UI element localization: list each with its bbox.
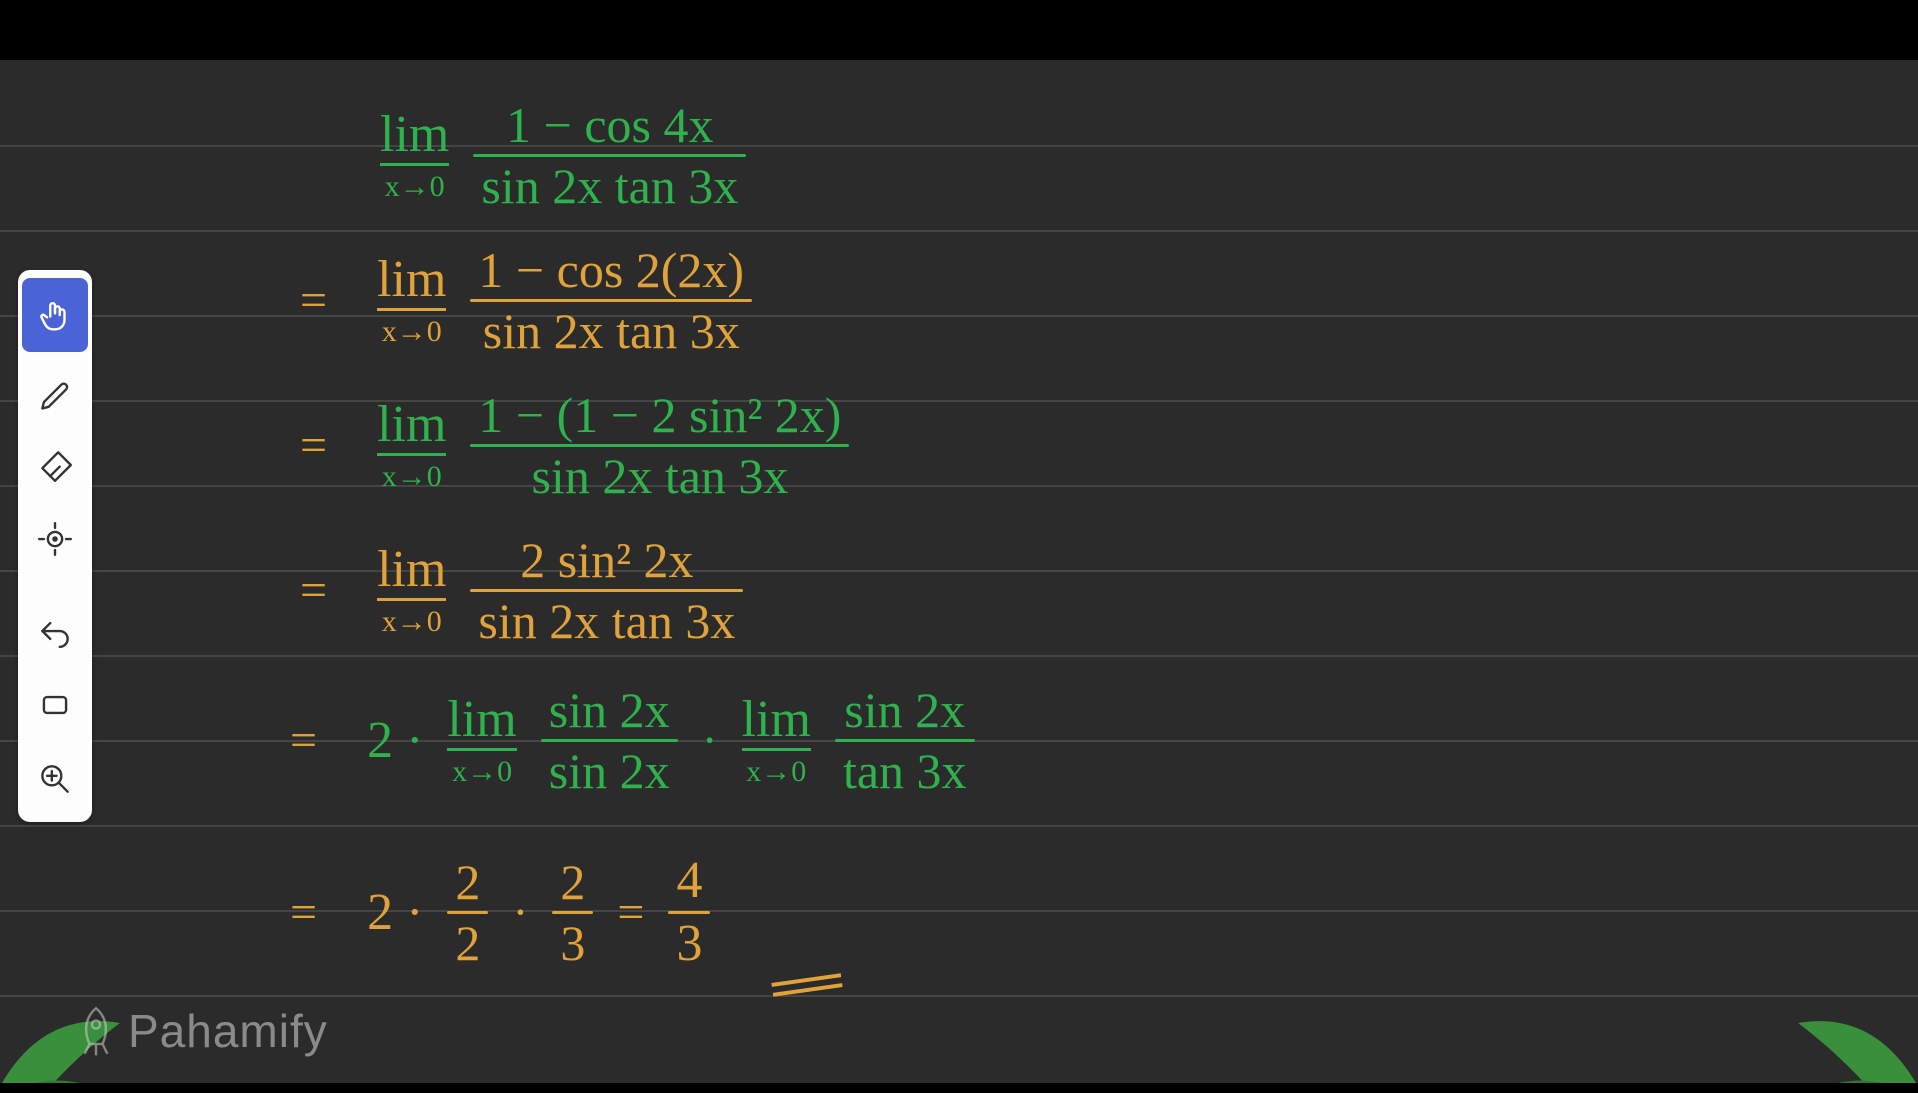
equals-sign: = bbox=[300, 418, 327, 473]
pen-tool[interactable] bbox=[18, 354, 92, 428]
fraction: 2 2 bbox=[447, 857, 488, 968]
tools-toolbar bbox=[18, 270, 92, 822]
leaf-decoration bbox=[1748, 943, 1918, 1083]
brand-watermark: Pahamify bbox=[70, 1004, 328, 1058]
app-root: lim x→0 1 − cos 4x sin 2x tan 3x = lim x… bbox=[0, 0, 1918, 1093]
equals-sign: = bbox=[290, 885, 317, 940]
numerator: sin 2x bbox=[541, 685, 678, 739]
target-icon bbox=[36, 520, 74, 558]
shapes-tool[interactable] bbox=[18, 668, 92, 742]
math-line-5: = 2 · lim x→0 sin 2x sin 2x · lim x→0 si… bbox=[290, 685, 975, 796]
math-line-2: = lim x→0 1 − cos 2(2x) sin 2x tan 3x bbox=[300, 245, 752, 356]
top-black-bar bbox=[0, 0, 1918, 60]
bottom-black-bar bbox=[0, 1083, 1918, 1093]
whiteboard-canvas[interactable]: lim x→0 1 − cos 4x sin 2x tan 3x = lim x… bbox=[0, 60, 1918, 1083]
limit-symbol: lim x→0 bbox=[742, 694, 811, 787]
fraction: 1 − (1 − 2 sin² 2x) sin 2x tan 3x bbox=[470, 390, 849, 501]
zoom-tool[interactable] bbox=[18, 742, 92, 816]
fraction: 1 − cos 2(2x) sin 2x tan 3x bbox=[470, 245, 752, 356]
fraction: sin 2x sin 2x bbox=[541, 685, 678, 796]
eraser-icon bbox=[36, 446, 74, 484]
undo-tool[interactable] bbox=[18, 594, 92, 668]
numerator: 2 sin² 2x bbox=[512, 535, 701, 589]
numerator: 1 − cos 4x bbox=[498, 100, 721, 154]
denominator: 3 bbox=[668, 914, 710, 970]
denominator: sin 2x bbox=[541, 742, 678, 796]
pointer-tool[interactable] bbox=[22, 278, 88, 352]
fraction: 1 − cos 4x sin 2x tan 3x bbox=[473, 100, 746, 211]
ruled-lines bbox=[0, 60, 1918, 1083]
numerator: 1 − (1 − 2 sin² 2x) bbox=[470, 390, 849, 444]
limit-symbol: lim x→0 bbox=[377, 544, 446, 637]
equals-sign: = bbox=[300, 563, 327, 618]
rocket-icon bbox=[70, 1005, 122, 1057]
denominator: tan 3x bbox=[835, 742, 975, 796]
undo-icon bbox=[36, 612, 74, 650]
limit-symbol: lim x→0 bbox=[377, 399, 446, 492]
denominator: sin 2x tan 3x bbox=[473, 157, 746, 211]
zoom-in-icon bbox=[36, 760, 74, 798]
numerator: 2 bbox=[552, 857, 593, 911]
limit-symbol: lim x→0 bbox=[377, 254, 446, 347]
final-answer: 4 3 bbox=[668, 855, 710, 970]
fraction: 2 3 bbox=[552, 857, 593, 968]
pointer-hand-icon bbox=[36, 296, 74, 334]
math-line-1: lim x→0 1 − cos 4x sin 2x tan 3x bbox=[380, 100, 746, 211]
math-line-3: = lim x→0 1 − (1 − 2 sin² 2x) sin 2x tan… bbox=[300, 390, 849, 501]
fraction: 2 sin² 2x sin 2x tan 3x bbox=[470, 535, 743, 646]
denominator: sin 2x tan 3x bbox=[523, 447, 796, 501]
equals-sign: = bbox=[300, 273, 327, 328]
multiply-dot: · bbox=[702, 713, 718, 768]
constant-two: 2 · bbox=[367, 883, 423, 942]
limit-symbol: lim x→0 bbox=[447, 694, 516, 787]
numerator: 1 − cos 2(2x) bbox=[470, 245, 752, 299]
numerator: sin 2x bbox=[836, 685, 973, 739]
math-line-6: = 2 · 2 2 · 2 3 = 4 3 bbox=[290, 855, 710, 970]
brand-name: Pahamify bbox=[128, 1004, 328, 1058]
fraction: sin 2x tan 3x bbox=[835, 685, 975, 796]
math-line-4: = lim x→0 2 sin² 2x sin 2x tan 3x bbox=[300, 535, 743, 646]
denominator: 2 bbox=[447, 914, 488, 968]
multiply-dot: · bbox=[512, 885, 528, 940]
eraser-tool[interactable] bbox=[18, 428, 92, 502]
numerator: 2 bbox=[447, 857, 488, 911]
limit-symbol: lim x→0 bbox=[380, 109, 449, 202]
denominator: sin 2x tan 3x bbox=[470, 592, 743, 646]
equals-sign: = bbox=[617, 885, 644, 940]
numerator: 4 bbox=[668, 855, 710, 911]
rectangle-icon bbox=[36, 686, 74, 724]
pen-icon bbox=[36, 372, 74, 410]
laser-pointer-tool[interactable] bbox=[18, 502, 92, 576]
denominator: 3 bbox=[552, 914, 593, 968]
denominator: sin 2x tan 3x bbox=[475, 302, 748, 356]
constant-two: 2 · bbox=[367, 711, 423, 770]
equals-sign: = bbox=[290, 713, 317, 768]
